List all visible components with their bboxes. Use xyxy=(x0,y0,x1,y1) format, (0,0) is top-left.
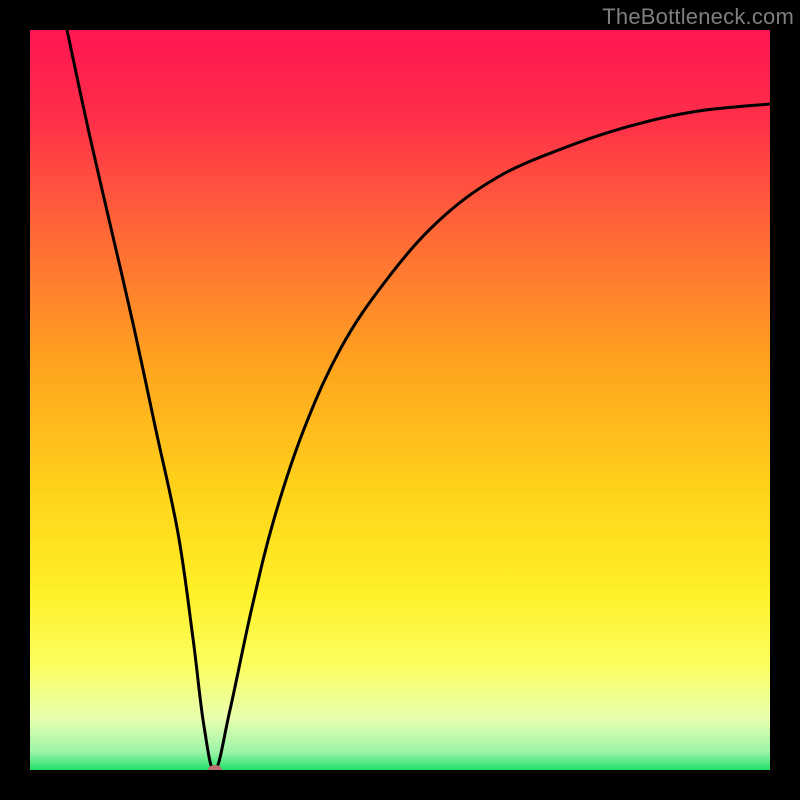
watermark-text: TheBottleneck.com xyxy=(602,4,794,30)
chart-frame xyxy=(30,30,770,770)
chart-background xyxy=(30,30,770,770)
chart-svg xyxy=(30,30,770,770)
